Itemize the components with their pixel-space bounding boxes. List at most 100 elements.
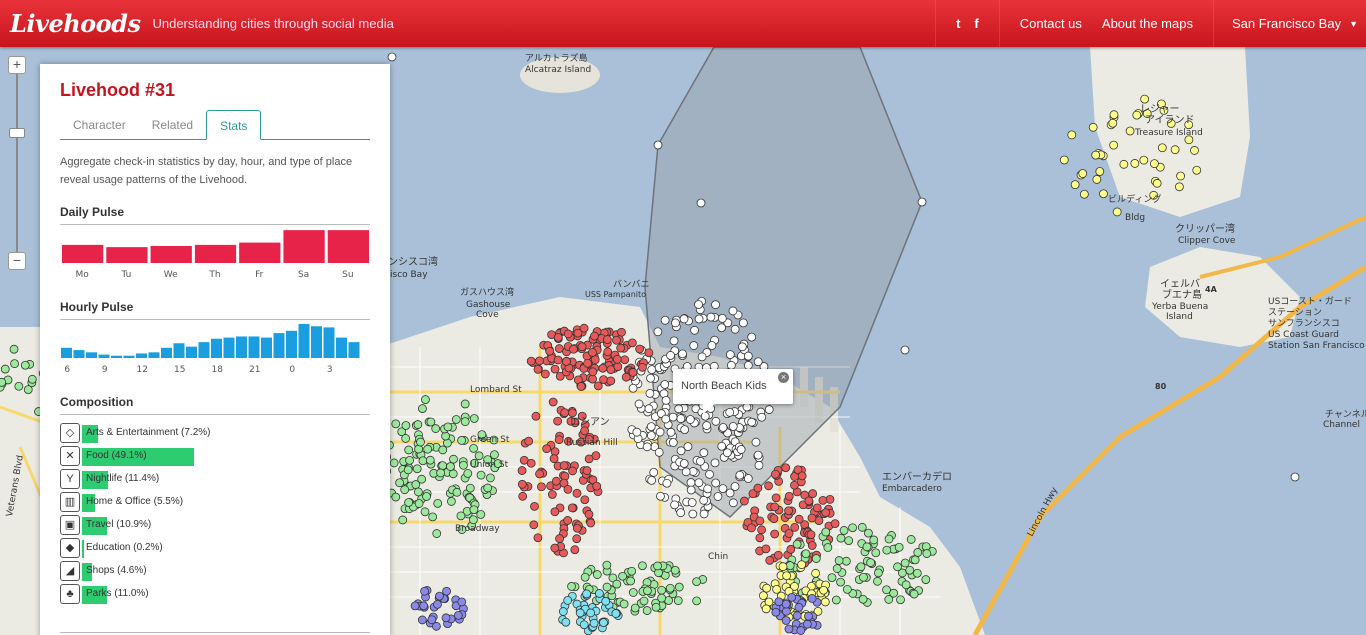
checkin-dot[interactable] bbox=[792, 539, 802, 549]
checkin-dot[interactable] bbox=[717, 314, 727, 323]
checkin-dot[interactable] bbox=[537, 482, 546, 492]
checkin-dot[interactable] bbox=[485, 473, 495, 483]
checkin-dot[interactable] bbox=[670, 500, 680, 510]
checkin-dot[interactable] bbox=[711, 300, 720, 310]
checkin-dot[interactable] bbox=[694, 300, 703, 309]
checkin-dot[interactable] bbox=[834, 556, 844, 565]
checkin-dot[interactable] bbox=[859, 572, 868, 582]
checkin-dot[interactable] bbox=[645, 388, 655, 398]
checkin-dot[interactable] bbox=[588, 374, 597, 384]
checkin-dot[interactable] bbox=[688, 509, 698, 519]
checkin-dot[interactable] bbox=[830, 519, 840, 529]
checkin-dot[interactable] bbox=[882, 545, 892, 555]
checkin-dot[interactable] bbox=[653, 561, 662, 571]
checkin-dot[interactable] bbox=[728, 498, 738, 508]
checkin-dot[interactable] bbox=[1099, 189, 1108, 199]
checkin-dot[interactable] bbox=[635, 344, 645, 354]
checkin-dot[interactable] bbox=[619, 599, 629, 609]
checkin-dot[interactable] bbox=[553, 416, 563, 426]
checkin-dot[interactable] bbox=[526, 458, 536, 468]
checkin-dot[interactable] bbox=[1157, 143, 1167, 153]
checkin-dot[interactable] bbox=[679, 314, 689, 324]
checkin-dot[interactable] bbox=[401, 421, 411, 430]
checkin-dot[interactable] bbox=[666, 351, 675, 360]
checkin-dot[interactable] bbox=[1192, 165, 1202, 175]
checkin-dot[interactable] bbox=[751, 437, 761, 447]
checkin-dot[interactable] bbox=[869, 535, 879, 545]
checkin-dot[interactable] bbox=[755, 516, 765, 526]
checkin-dot[interactable] bbox=[725, 350, 735, 360]
checkin-dot[interactable] bbox=[555, 534, 564, 543]
checkin-dot[interactable] bbox=[535, 356, 544, 366]
checkin-dot[interactable] bbox=[651, 602, 661, 612]
checkin-dot[interactable] bbox=[808, 489, 818, 498]
checkin-dot[interactable] bbox=[794, 514, 804, 524]
zoom-in-button[interactable]: + bbox=[8, 56, 26, 74]
checkin-dot[interactable] bbox=[567, 503, 577, 513]
checkin-dot[interactable] bbox=[10, 359, 19, 369]
checkin-dot[interactable] bbox=[797, 471, 807, 481]
checkin-dot[interactable] bbox=[553, 332, 563, 342]
checkin-dot[interactable] bbox=[442, 586, 451, 596]
checkin-dot[interactable] bbox=[1059, 155, 1069, 165]
checkin-dot[interactable] bbox=[426, 417, 436, 427]
checkin-dot[interactable] bbox=[533, 364, 543, 374]
city-selector[interactable]: San Francisco Bay ▼ bbox=[1214, 16, 1366, 31]
checkin-dot[interactable] bbox=[449, 454, 458, 464]
checkin-dot[interactable] bbox=[1290, 472, 1300, 482]
checkin-dot[interactable] bbox=[773, 550, 783, 560]
checkin-dot[interactable] bbox=[787, 592, 797, 602]
checkin-dot[interactable] bbox=[753, 450, 763, 460]
tab-related[interactable]: Related bbox=[139, 110, 206, 139]
checkin-dot[interactable] bbox=[1109, 110, 1119, 120]
twitter-icon[interactable]: t bbox=[956, 16, 960, 31]
checkin-dot[interactable] bbox=[457, 597, 467, 607]
checkin-dot[interactable] bbox=[820, 597, 830, 607]
checkin-dot[interactable] bbox=[679, 459, 689, 468]
checkin-dot[interactable] bbox=[550, 507, 560, 517]
checkin-dot[interactable] bbox=[653, 140, 663, 150]
checkin-dot[interactable] bbox=[718, 484, 728, 494]
checkin-dot[interactable] bbox=[414, 499, 424, 508]
checkin-dot[interactable] bbox=[674, 404, 684, 414]
zoom-slider-thumb[interactable] bbox=[9, 128, 25, 138]
checkin-dot[interactable] bbox=[592, 481, 602, 491]
checkin-dot[interactable] bbox=[804, 611, 813, 621]
checkin-dot[interactable] bbox=[696, 456, 705, 466]
checkin-dot[interactable] bbox=[435, 591, 444, 601]
checkin-dot[interactable] bbox=[866, 558, 876, 567]
checkin-dot[interactable] bbox=[627, 338, 637, 348]
checkin-dot[interactable] bbox=[784, 491, 794, 501]
checkin-dot[interactable] bbox=[711, 478, 721, 488]
checkin-dot[interactable] bbox=[570, 545, 580, 555]
checkin-dot[interactable] bbox=[553, 355, 563, 365]
checkin-dot[interactable] bbox=[490, 450, 499, 460]
checkin-dot[interactable] bbox=[643, 586, 652, 596]
checkin-dot[interactable] bbox=[632, 427, 642, 437]
checkin-dot[interactable] bbox=[680, 425, 690, 435]
checkin-dot[interactable] bbox=[757, 412, 767, 422]
checkin-dot[interactable] bbox=[642, 442, 652, 452]
checkin-dot[interactable] bbox=[575, 608, 585, 618]
checkin-dot[interactable] bbox=[771, 607, 781, 617]
checkin-dot[interactable] bbox=[662, 478, 672, 488]
checkin-dot[interactable] bbox=[821, 508, 831, 518]
checkin-dot[interactable] bbox=[646, 431, 656, 440]
checkin-dot[interactable] bbox=[443, 422, 453, 432]
checkin-dot[interactable] bbox=[706, 312, 716, 322]
checkin-dot[interactable] bbox=[404, 445, 414, 455]
checkin-dot[interactable] bbox=[403, 465, 413, 475]
checkin-dot[interactable] bbox=[438, 445, 448, 455]
checkin-dot[interactable] bbox=[401, 434, 411, 443]
checkin-dot[interactable] bbox=[433, 599, 442, 609]
checkin-dot[interactable] bbox=[747, 332, 757, 342]
checkin-dot[interactable] bbox=[404, 498, 414, 507]
checkin-dot[interactable] bbox=[757, 525, 767, 535]
checkin-dot[interactable] bbox=[526, 356, 536, 366]
checkin-dot[interactable] bbox=[717, 441, 727, 451]
checkin-dot[interactable] bbox=[612, 335, 621, 345]
checkin-dot[interactable] bbox=[819, 585, 828, 595]
checkin-dot[interactable] bbox=[582, 466, 592, 475]
checkin-dot[interactable] bbox=[417, 474, 427, 484]
checkin-dot[interactable] bbox=[568, 466, 577, 476]
